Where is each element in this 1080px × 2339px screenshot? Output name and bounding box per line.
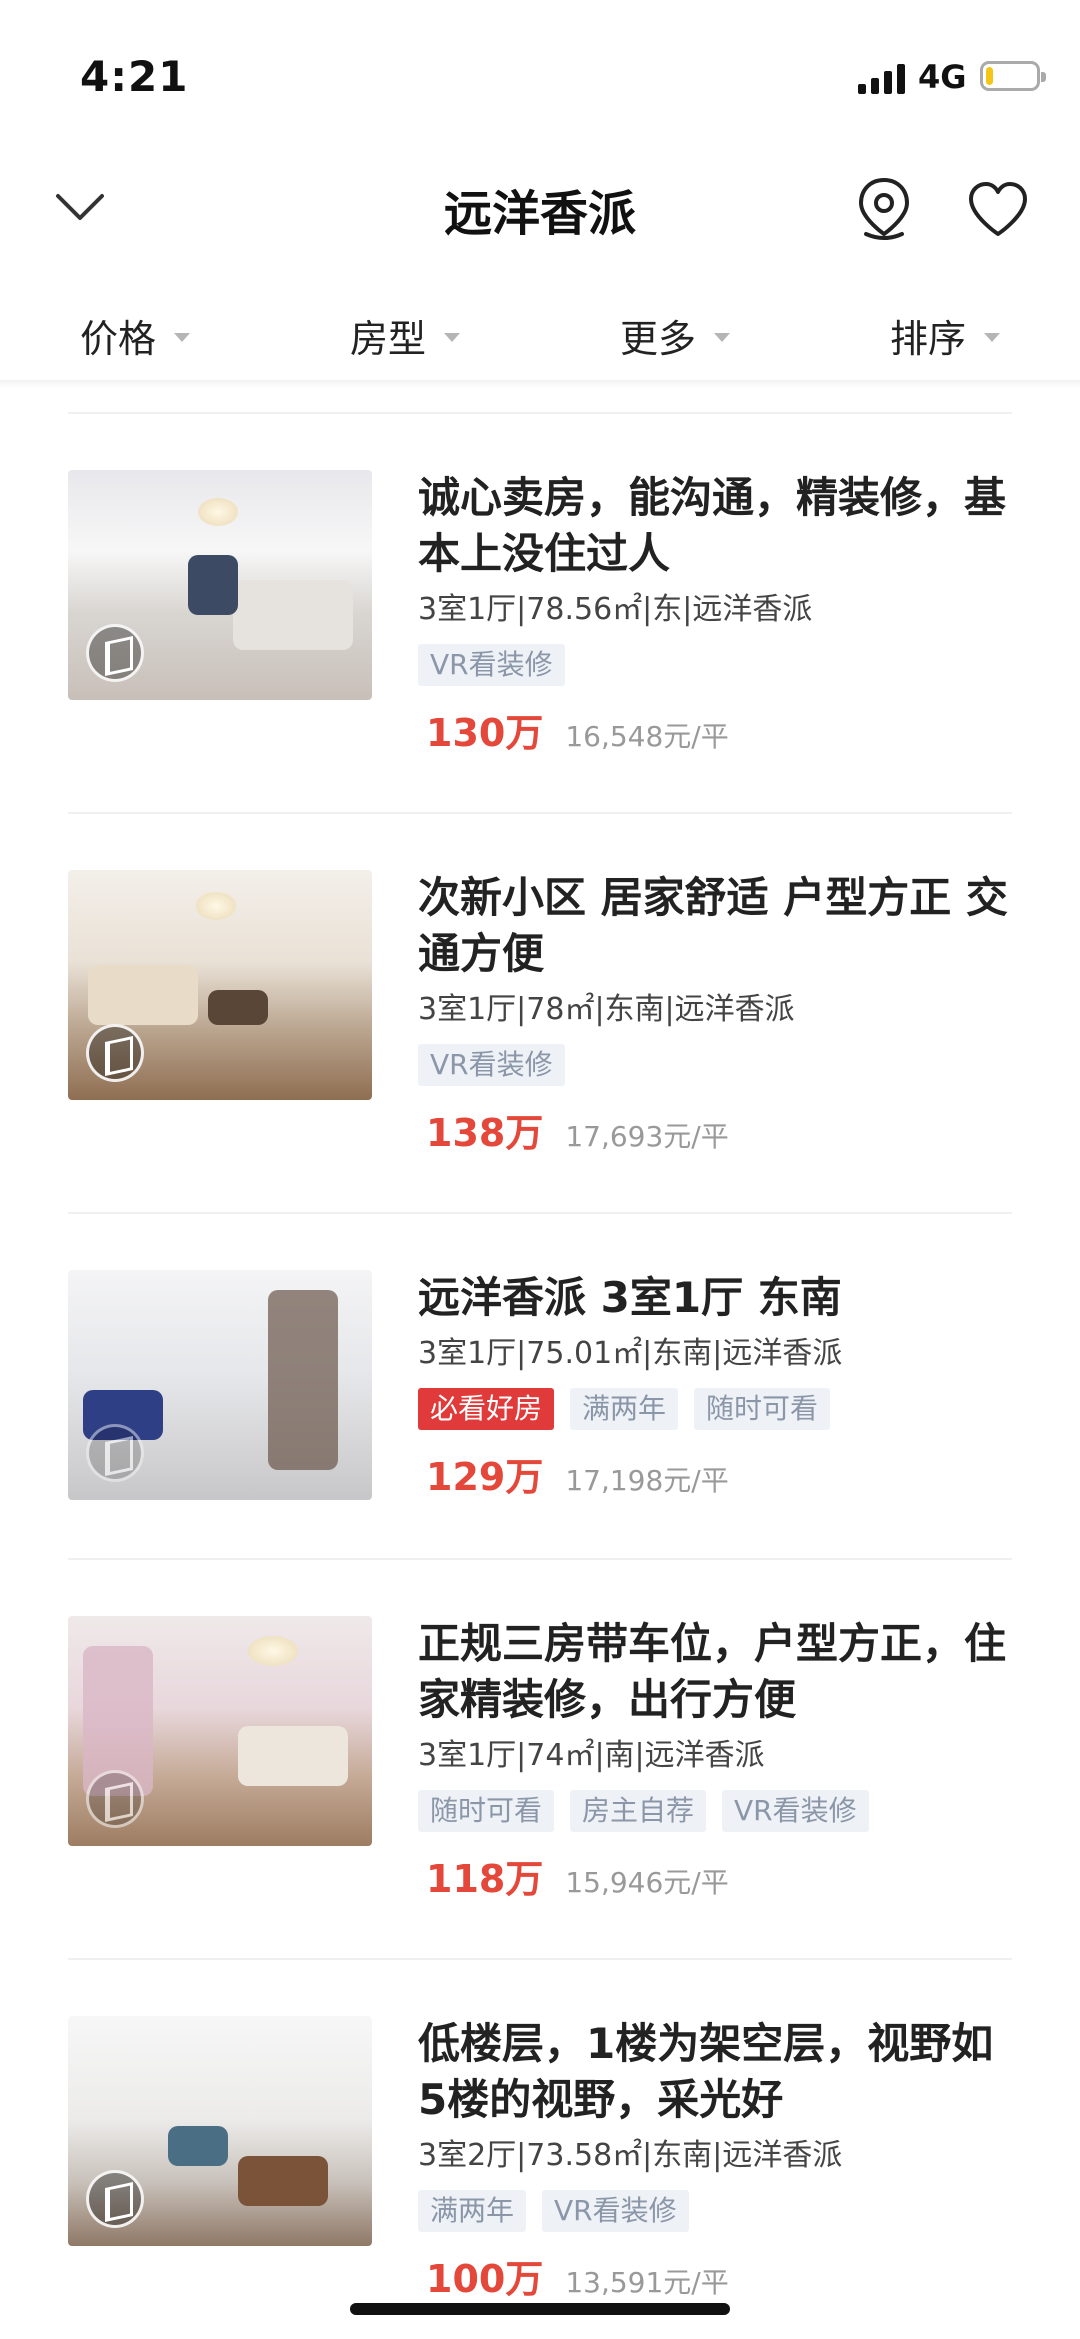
signal-icon [858,62,908,94]
listing-card[interactable]: 次新小区 居家舒适 户型方正 交通方便 3室1厅|78㎡|东南|远洋香派 VR看… [0,840,1080,1240]
listing-meta: 3室1厅|75.01㎡|东南|远洋香派 [418,1336,843,1371]
caret-down-icon [174,332,190,342]
battery-icon [980,61,1046,91]
listing-tag: 满两年 [418,2190,527,2232]
listing-price: 118万 [426,1857,544,1901]
listing-card[interactable]: 远洋香派 3室1厅 东南 3室1厅|75.01㎡|东南|远洋香派 必看好房 满两… [0,1240,1080,1640]
listing-tag: VR看装修 [418,1044,565,1086]
listing-price: 138万 [426,1111,544,1155]
listing-unit-price: 16,548元/平 [565,720,729,753]
vr-icon [86,1770,144,1828]
listing-tag: VR看装修 [418,644,565,686]
listing-meta: 3室1厅|78.56㎡|东|远洋香派 [418,592,813,627]
filter-label: 房型 [349,316,426,361]
filter-more[interactable]: 更多 [540,290,810,380]
listing-photo [68,1616,372,1846]
listing-price: 130万 [426,711,544,755]
divider [68,1958,1012,1960]
listing-unit-price: 17,693元/平 [565,1120,729,1153]
caret-down-icon [984,332,1000,342]
listing-photo [68,470,372,700]
filter-layout[interactable]: 房型 [270,290,540,380]
listing-tag-hot: 必看好房 [418,1388,555,1430]
vr-icon [86,2170,144,2228]
listing-tag: 满两年 [570,1388,679,1430]
listing-tag: VR看装修 [542,2190,689,2232]
caret-down-icon [714,332,730,342]
listing-tag: 随时可看 [418,1790,555,1832]
listing-meta: 3室1厅|78㎡|东南|远洋香派 [418,992,795,1027]
listing-photo [68,870,372,1100]
listing-photo [68,2016,372,2246]
filter-bar: 价格 房型 更多 排序 [0,290,1080,380]
listing-tag: 随时可看 [694,1388,831,1430]
listing-unit-price: 17,198元/平 [565,1464,729,1497]
listing-meta: 3室2厅|73.58㎡|东南|远洋香派 [418,2138,843,2173]
listing-photo [68,1270,372,1500]
network-label: 4G [918,58,967,96]
listing-card[interactable]: 低楼层，1楼为架空层，视野如5楼的视野，采光好 3室2厅|73.58㎡|东南|远… [0,1986,1080,2339]
listing-tag: 房主自荐 [570,1790,707,1832]
listing-meta: 3室1厅|74㎡|南|远洋香派 [418,1738,765,1773]
listing-price: 129万 [426,1455,544,1499]
listing-unit-price: 13,591元/平 [565,2266,729,2299]
home-indicator[interactable] [350,2303,730,2315]
vr-icon [86,1424,144,1482]
heart-icon[interactable] [966,180,1030,240]
status-bar: 4:21 4G [0,0,1080,150]
nav-bar: 远洋香派 [0,150,1080,270]
listing-title: 正规三房带车位，户型方正，住家精装修，出行方便 [418,1619,1007,1724]
listing-tag: VR看装修 [722,1790,869,1832]
listing-title: 远洋香派 3室1厅 东南 [418,1273,842,1322]
listing-unit-price: 15,946元/平 [565,1866,729,1899]
listing-title: 低楼层，1楼为架空层，视野如5楼的视野，采光好 [418,2019,994,2124]
filter-label: 价格 [79,316,156,361]
caret-down-icon [444,332,460,342]
vr-icon [86,1024,144,1082]
filter-price[interactable]: 价格 [0,290,270,380]
divider [68,1558,1012,1560]
listing-price: 100万 [426,2257,544,2301]
filter-label: 排序 [889,316,966,361]
vr-icon [86,624,144,682]
listing-card[interactable]: 正规三房带车位，户型方正，住家精装修，出行方便 3室1厅|74㎡|南|远洋香派 … [0,1586,1080,1986]
filter-label: 更多 [619,316,696,361]
listing-card[interactable]: 诚心卖房，能沟通，精装修，基本上没住过人 3室1厅|78.56㎡|东|远洋香派 … [0,440,1080,840]
map-pin-icon[interactable] [854,176,914,242]
filter-shadow [0,380,1080,388]
status-time: 4:21 [80,52,189,101]
divider [68,812,1012,814]
divider [68,1212,1012,1214]
page-title: 远洋香派 [443,186,636,242]
listing-title: 次新小区 居家舒适 户型方正 交通方便 [418,873,1008,978]
filter-sort[interactable]: 排序 [810,290,1080,380]
listing-title: 诚心卖房，能沟通，精装修，基本上没住过人 [418,473,1007,578]
divider [68,412,1012,414]
